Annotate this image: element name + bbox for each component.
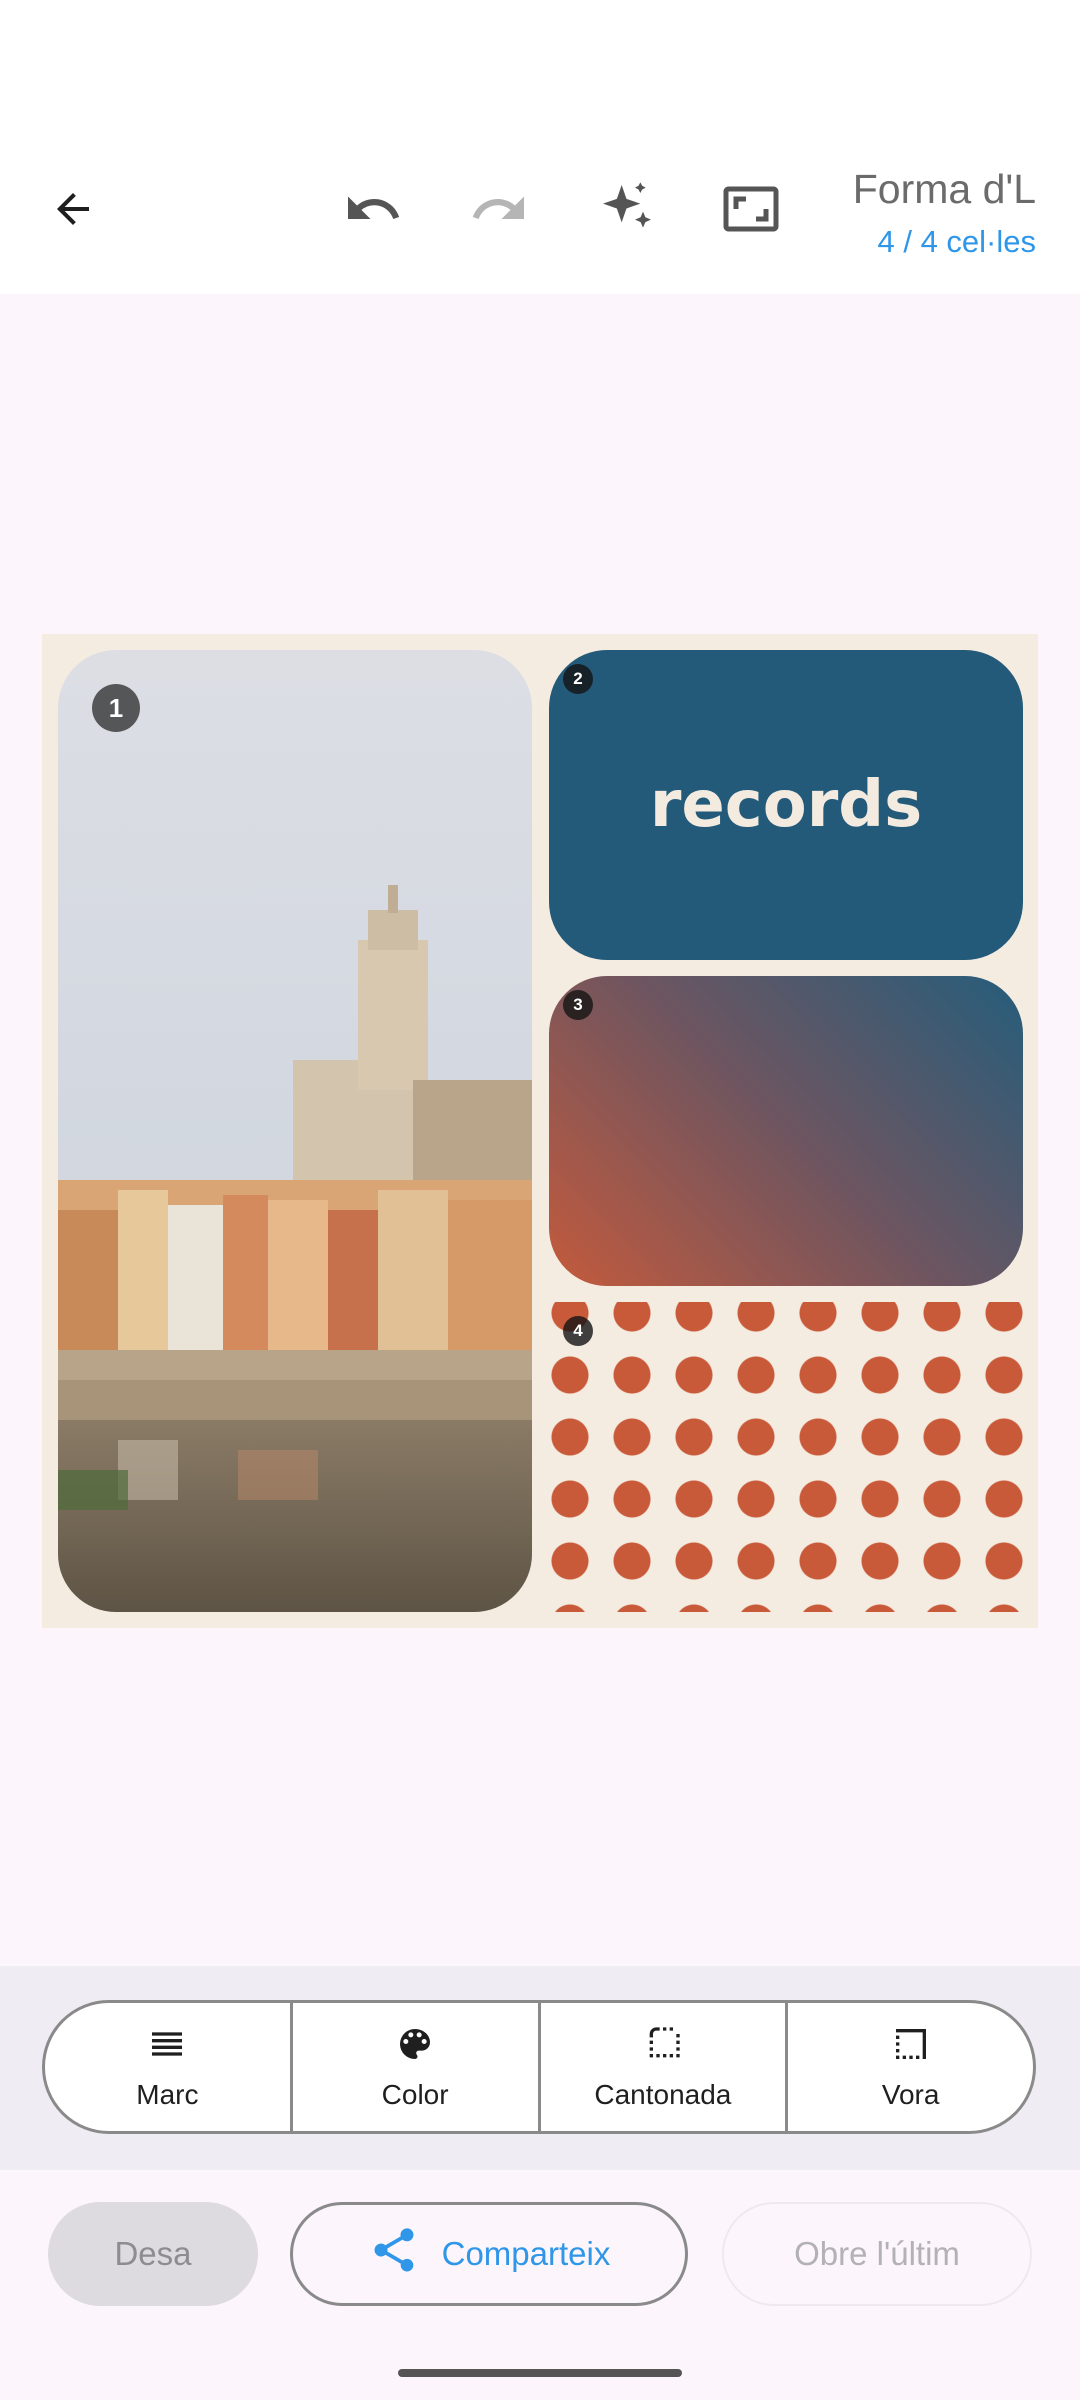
dot-pattern [549, 1302, 1023, 1612]
cell-count: 4 / 4 cel·les [877, 224, 1036, 259]
redo-icon [469, 179, 529, 244]
redo-button[interactable] [454, 166, 544, 256]
corner-icon [643, 2024, 683, 2069]
layout-title: Forma d'L [852, 166, 1036, 212]
tab-label: Cantonada [594, 2078, 732, 2110]
tab-color[interactable]: Color [293, 2003, 541, 2131]
back-button[interactable] [28, 166, 118, 256]
undo-icon [343, 179, 403, 244]
cell-4-pattern[interactable]: 4 [549, 1302, 1023, 1612]
tab-frame[interactable]: Marc [45, 2003, 293, 2131]
aspect-ratio-icon [721, 179, 781, 244]
border-icon [891, 2024, 931, 2069]
segmented-control: Marc Color Cantonada Vora [42, 2000, 1036, 2134]
action-bar: Desa Comparteix Obre l'últim [0, 2170, 1080, 2400]
share-button[interactable]: Comparteix [290, 2202, 688, 2306]
tab-border[interactable]: Vora [788, 2003, 1033, 2131]
cell-3-gradient[interactable]: 3 [549, 976, 1023, 1286]
tab-label: Marc [136, 2078, 199, 2110]
back-arrow-icon [49, 185, 97, 238]
cell-badge: 2 [563, 664, 593, 694]
tab-corner[interactable]: Cantonada [541, 2003, 789, 2131]
cell-badge: 4 [563, 1316, 593, 1346]
gesture-nav-handle[interactable] [398, 2369, 682, 2377]
share-icon [368, 2224, 420, 2284]
cell-2-text[interactable]: records 2 [549, 650, 1023, 960]
share-label: Comparteix [441, 2235, 611, 2272]
collage-frame: 1 records 2 3 4 [42, 634, 1038, 1628]
frame-lines-icon [147, 2024, 187, 2069]
save-button[interactable]: Desa [48, 2202, 258, 2306]
edit-toolbar: Marc Color Cantonada Vora [0, 1966, 1080, 2170]
undo-button[interactable] [328, 166, 418, 256]
aspect-ratio-button[interactable] [706, 166, 796, 256]
sparkle-icon [595, 177, 659, 246]
palette-icon [395, 2024, 435, 2069]
top-app-bar: Forma d'L 4 / 4 cel·les [0, 0, 1080, 294]
tab-label: Vora [881, 2078, 940, 2110]
cell-badge: 3 [563, 990, 593, 1020]
tab-label: Color [381, 2078, 449, 2110]
cell-text: records [649, 768, 923, 842]
magic-button[interactable] [582, 166, 672, 256]
open-last-button[interactable]: Obre l'últim [722, 2202, 1032, 2306]
cell-badge: 1 [92, 684, 140, 732]
city-photo [58, 650, 532, 1612]
cell-1-photo[interactable]: 1 [58, 650, 532, 1612]
